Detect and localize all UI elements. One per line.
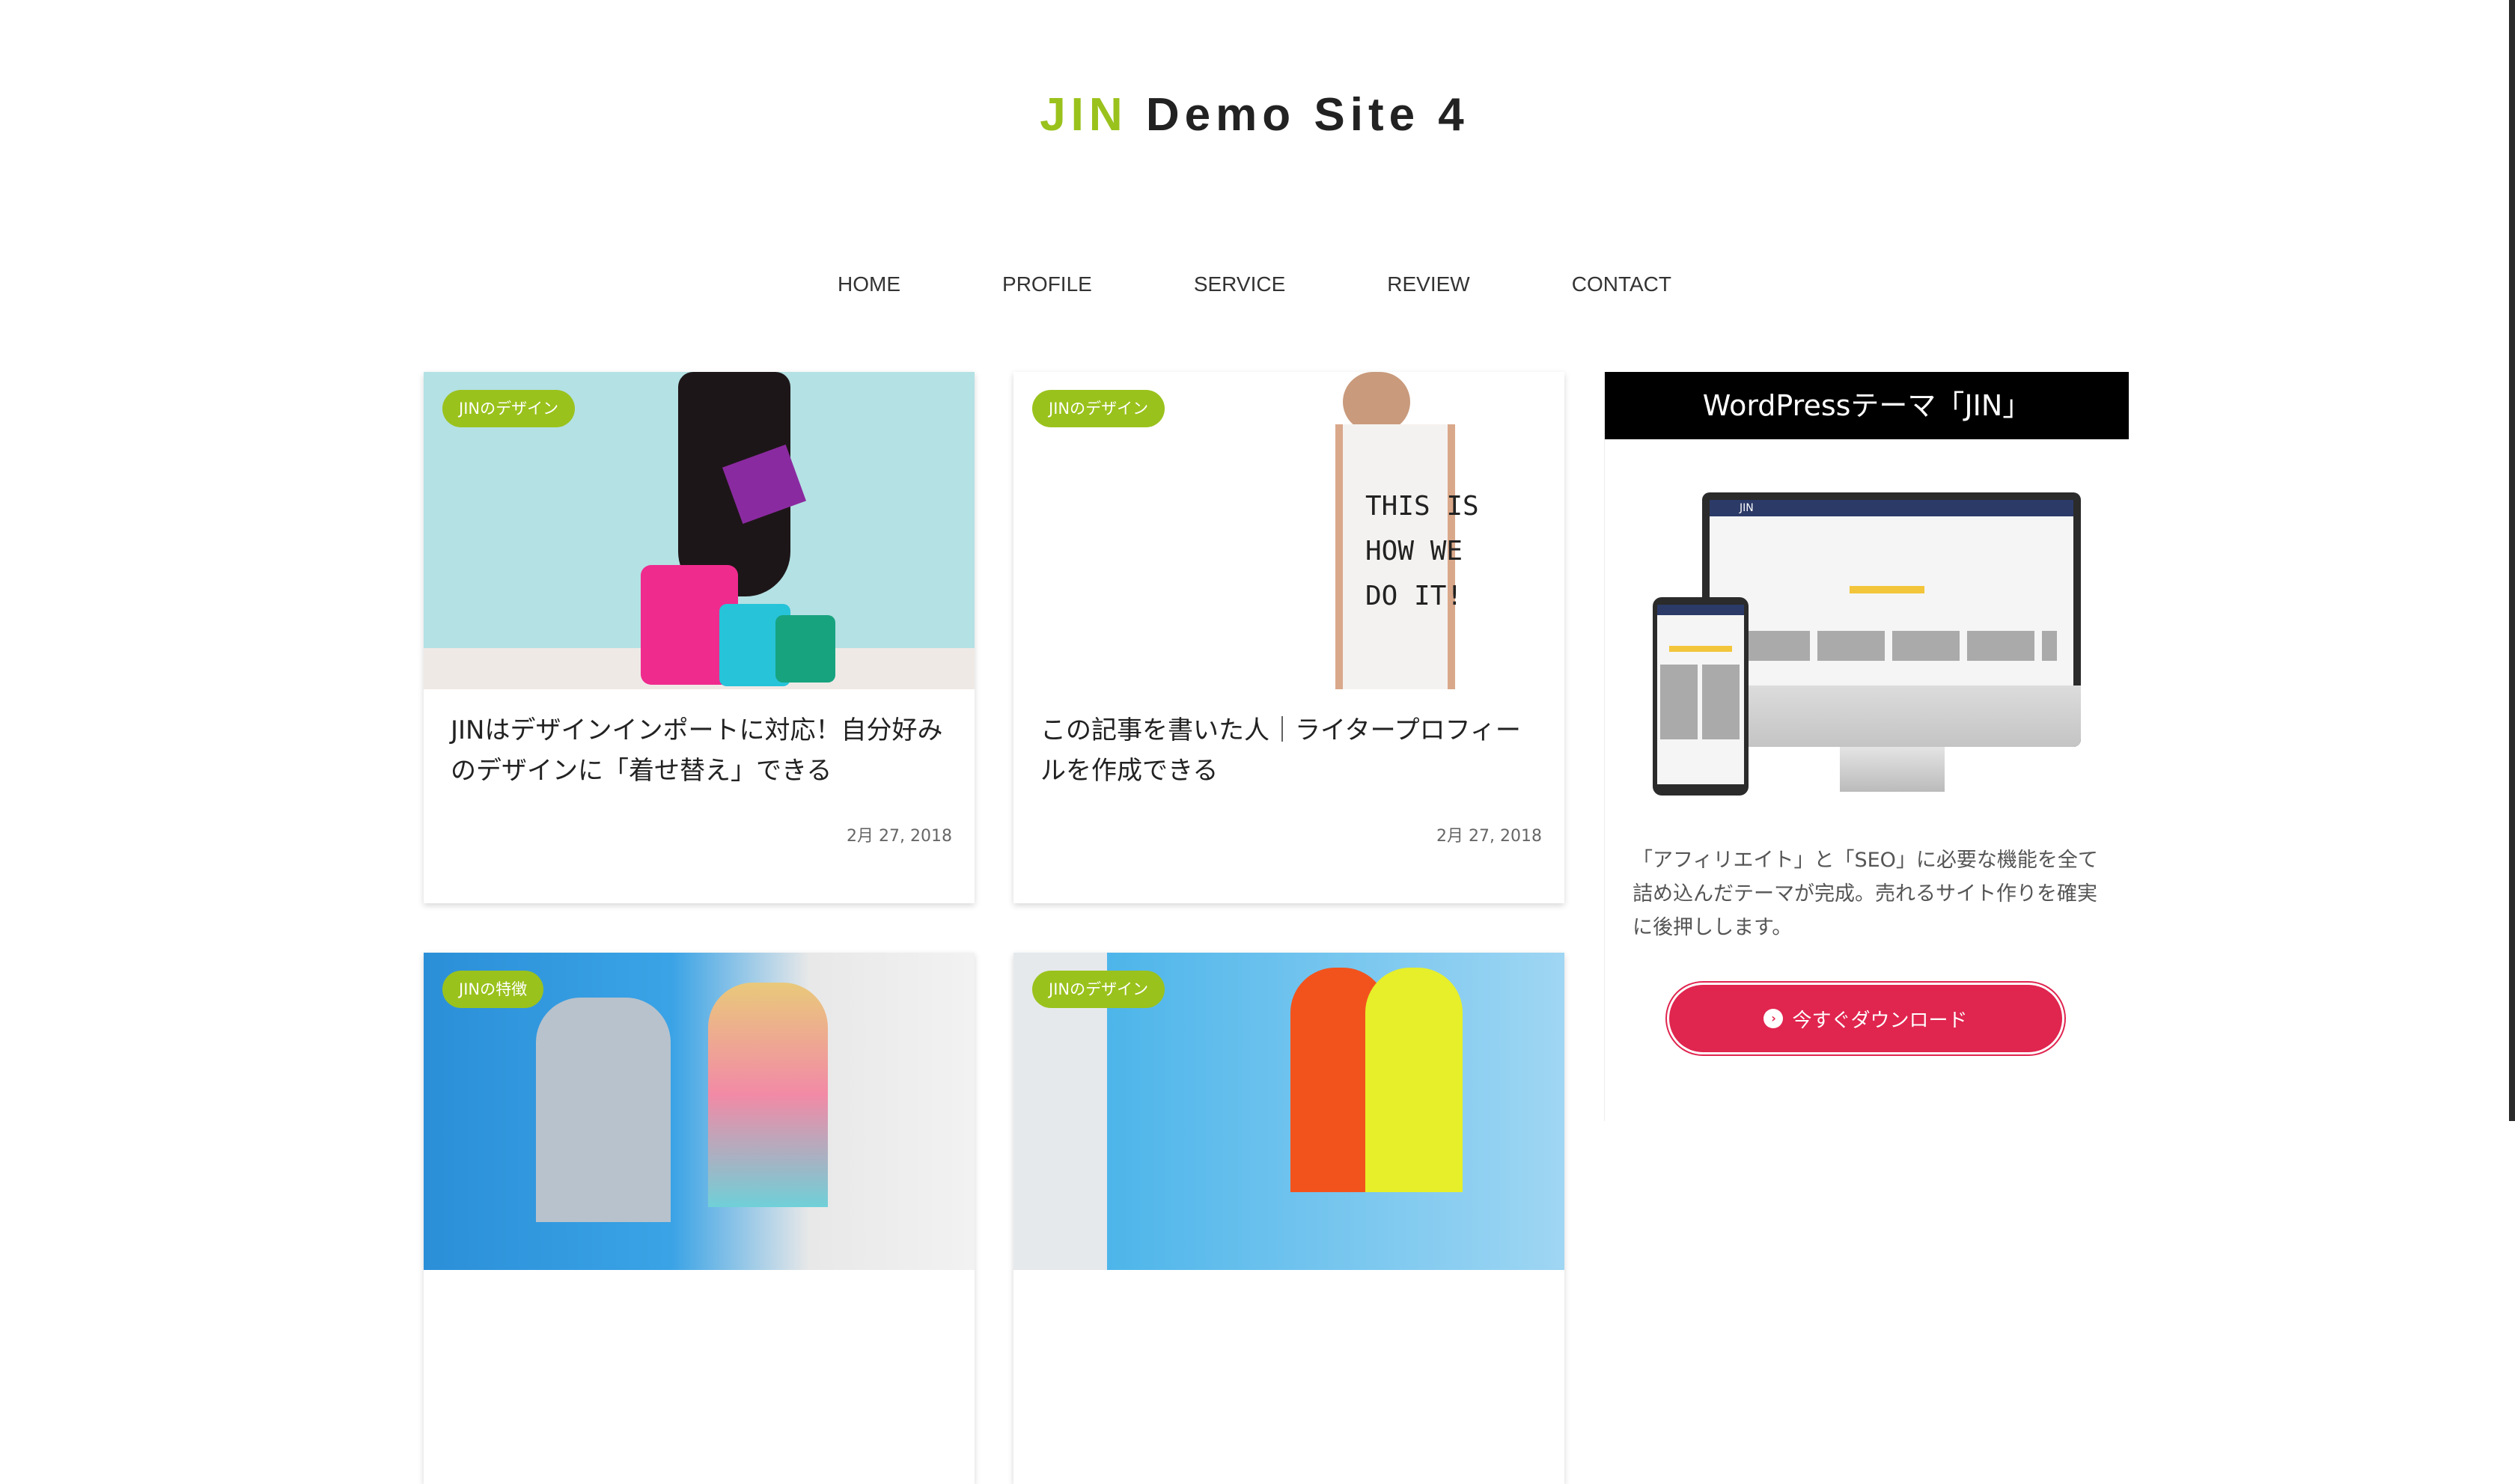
theme-device-mockup-image[interactable]: JIN bbox=[1653, 492, 2081, 796]
post-card[interactable]: THIS IS HOW WE DO IT! JINのデザイン この記事を書いた人｜ラ… bbox=[1013, 372, 1564, 903]
nav-contact[interactable]: CONTACT bbox=[1521, 272, 1722, 296]
window-edge bbox=[2509, 0, 2515, 1121]
widget-description: 「アフィリエイト」と「SEO」に必要な機能を全て詰め込んだテーマが完成。売れるサ… bbox=[1633, 849, 2098, 939]
post-title[interactable]: JINはデザインインポートに対応！自分好みのデザインに「着せ替え」できる bbox=[451, 710, 952, 791]
site-title-accent: JIN bbox=[1040, 89, 1128, 141]
post-card[interactable]: JINの特徴 bbox=[424, 953, 975, 1484]
category-tag[interactable]: JINの特徴 bbox=[442, 971, 544, 1008]
widget-heading: WordPressテーマ「JIN」 bbox=[1605, 372, 2129, 439]
nav-service[interactable]: SERVICE bbox=[1143, 272, 1336, 296]
site-title[interactable]: JIN Demo Site 4 bbox=[0, 88, 2509, 141]
category-tag[interactable]: JINのデザイン bbox=[1032, 971, 1165, 1008]
post-card[interactable]: JINのデザイン JINはデザインインポートに対応！自分好みのデザインに「着せ替… bbox=[424, 372, 975, 903]
sidebar-widget: WordPressテーマ「JIN」 JIN 「アフィリエイト」と「SEO」に必要… bbox=[1604, 372, 2129, 1121]
site-title-text: Demo Site 4 bbox=[1127, 89, 1469, 141]
post-date: 2月 27, 2018 bbox=[847, 827, 952, 846]
nav-profile[interactable]: PROFILE bbox=[951, 272, 1143, 296]
main-nav: HOME PROFILE SERVICE REVIEW CONTACT bbox=[0, 272, 2509, 296]
chevron-circle-right-icon: › bbox=[1763, 1009, 1784, 1028]
category-tag[interactable]: JINのデザイン bbox=[1032, 390, 1165, 427]
post-card[interactable]: JINのデザイン bbox=[1013, 953, 1564, 1484]
post-date: 2月 27, 2018 bbox=[1436, 827, 1542, 846]
post-title[interactable]: この記事を書いた人｜ライタープロフィールを作成できる bbox=[1040, 710, 1542, 791]
mockup-logo: JIN bbox=[1710, 500, 2073, 516]
nav-review[interactable]: REVIEW bbox=[1336, 272, 1520, 296]
nav-home[interactable]: HOME bbox=[787, 272, 951, 296]
category-tag[interactable]: JINのデザイン bbox=[442, 390, 576, 427]
download-button[interactable]: › 今すぐダウンロード bbox=[1669, 985, 2062, 1052]
download-button-label: 今すぐダウンロード bbox=[1792, 1009, 1968, 1032]
